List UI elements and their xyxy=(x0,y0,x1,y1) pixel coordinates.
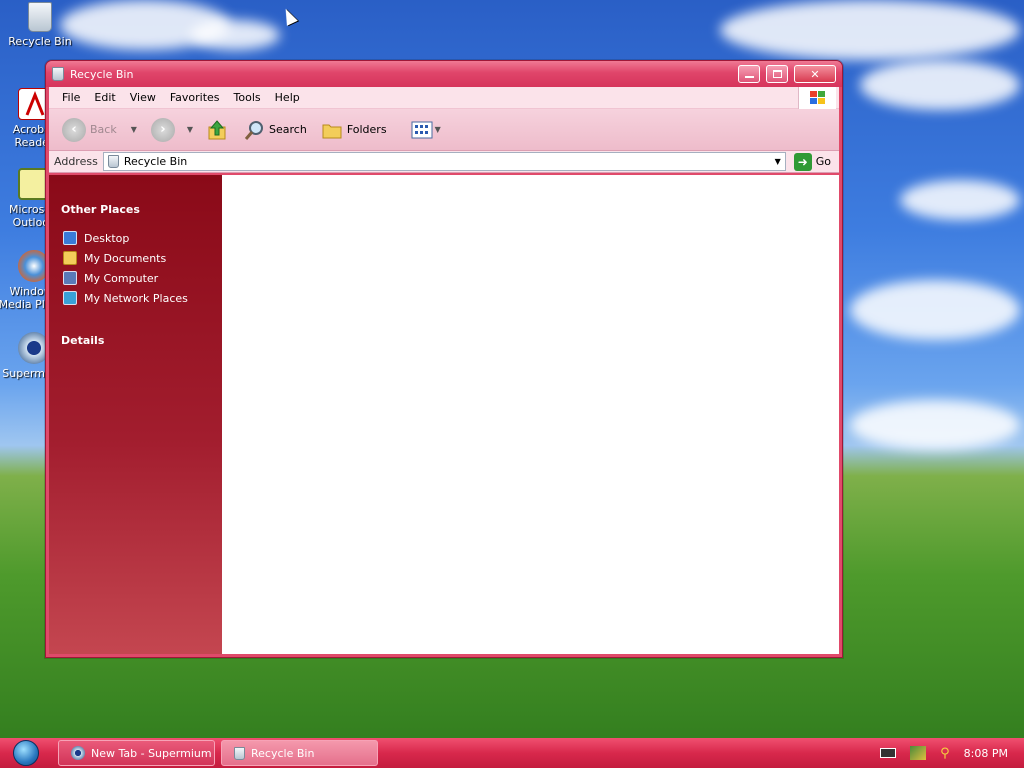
go-arrow-icon: ➜ xyxy=(793,152,812,171)
close-button[interactable]: ✕ xyxy=(794,65,836,83)
sidebar-item-label: My Computer xyxy=(84,271,159,285)
task-pane: Other Places Desktop My Documents My Com… xyxy=(49,175,222,654)
minimize-button[interactable] xyxy=(738,65,760,83)
back-arrow-icon: ‹ xyxy=(62,117,86,142)
window-title: Recycle Bin xyxy=(70,67,134,81)
my-documents-icon xyxy=(63,251,77,265)
menu-help[interactable]: Help xyxy=(268,91,307,104)
folders-icon xyxy=(322,124,342,138)
address-bar: Address Recycle Bin ▼ ➜ Go xyxy=(49,151,839,173)
desktop-icon-label: Recycle Bin xyxy=(8,35,72,48)
folders-button[interactable]: Folders xyxy=(316,117,392,143)
recycle-bin-icon xyxy=(234,746,245,760)
network-places-icon xyxy=(63,291,77,305)
sidebar-item-label: My Documents xyxy=(84,251,167,265)
back-button[interactable]: ‹ Back ▼ xyxy=(57,115,142,145)
task-label: Recycle Bin xyxy=(251,746,315,760)
desktop-icon-recycle-bin[interactable]: Recycle Bin xyxy=(0,2,80,48)
windows-flag-icon xyxy=(798,87,836,109)
keyboard-icon[interactable] xyxy=(880,748,897,758)
sidebar-item-network-places[interactable]: My Network Places xyxy=(61,288,222,308)
chevron-down-icon: ▼ xyxy=(186,125,194,134)
start-orb-icon xyxy=(13,740,39,766)
search-icon[interactable]: ⚲ xyxy=(940,746,950,761)
recycle-bin-icon xyxy=(107,155,119,168)
address-label: Address xyxy=(54,155,98,168)
search-button[interactable]: Search xyxy=(238,116,312,144)
restore-icon xyxy=(772,70,782,78)
mouse-cursor-icon xyxy=(280,6,298,26)
close-icon: ✕ xyxy=(810,67,820,81)
go-button[interactable]: ➜ Go xyxy=(791,152,839,171)
sidebar-item-desktop[interactable]: Desktop xyxy=(61,228,222,248)
supermium-icon xyxy=(71,746,85,760)
details-title[interactable]: Details xyxy=(61,334,222,347)
magnifier-icon xyxy=(244,120,264,140)
menu-view[interactable]: View xyxy=(123,91,163,104)
clock[interactable]: 8:08 PM xyxy=(964,747,1008,760)
minimize-icon xyxy=(744,76,754,78)
my-computer-icon xyxy=(63,271,77,285)
recycle-bin-icon xyxy=(52,67,64,81)
go-label: Go xyxy=(815,155,831,168)
chevron-down-icon: ▼ xyxy=(434,125,441,134)
back-label: Back xyxy=(90,123,117,136)
chevron-down-icon: ▼ xyxy=(130,125,137,134)
recycle-bin-icon xyxy=(28,2,52,32)
toolbar: ‹ Back ▼ › ▼ Search Folders ▼ xyxy=(49,109,839,151)
forward-arrow-icon: › xyxy=(150,117,175,142)
forward-button[interactable]: › ▼ xyxy=(146,115,198,145)
start-button[interactable] xyxy=(0,738,52,768)
network-icon[interactable] xyxy=(910,746,927,760)
desktop-icon xyxy=(63,231,77,245)
menu-edit[interactable]: Edit xyxy=(87,91,122,104)
up-folder-icon xyxy=(208,119,226,139)
menu-tools[interactable]: Tools xyxy=(227,91,268,104)
sidebar-item-my-computer[interactable]: My Computer xyxy=(61,268,222,288)
system-tray: ⚲ 8:08 PM xyxy=(880,746,1024,761)
explorer-window: Recycle Bin ✕ File Edit View Favorites T… xyxy=(45,60,843,658)
chevron-down-icon[interactable]: ▼ xyxy=(771,153,785,170)
taskbar-item-supermium[interactable]: New Tab - Supermium xyxy=(58,740,215,766)
up-button[interactable] xyxy=(202,116,234,144)
search-label: Search xyxy=(269,123,307,136)
task-label: New Tab - Supermium xyxy=(91,746,212,760)
menu-favorites[interactable]: Favorites xyxy=(163,91,227,104)
sidebar-item-my-documents[interactable]: My Documents xyxy=(61,248,222,268)
sidebar-item-label: Desktop xyxy=(84,231,130,245)
window-body: Other Places Desktop My Documents My Com… xyxy=(49,175,839,654)
file-list-area[interactable] xyxy=(222,175,839,654)
taskbar: New Tab - Supermium Recycle Bin ⚲ 8:08 P… xyxy=(0,738,1024,768)
address-field[interactable]: Recycle Bin ▼ xyxy=(102,152,786,171)
address-value: Recycle Bin xyxy=(123,155,188,168)
menu-file[interactable]: File xyxy=(55,91,87,104)
folders-label: Folders xyxy=(346,123,387,136)
menu-bar: File Edit View Favorites Tools Help xyxy=(49,87,839,109)
views-button[interactable]: ▼ xyxy=(406,118,446,142)
views-icon xyxy=(411,121,433,138)
title-bar[interactable]: Recycle Bin ✕ xyxy=(46,61,842,87)
restore-button[interactable] xyxy=(766,65,788,83)
taskbar-item-recycle-bin[interactable]: Recycle Bin xyxy=(221,740,378,766)
other-places-title[interactable]: Other Places xyxy=(61,203,222,216)
sidebar-item-label: My Network Places xyxy=(84,291,188,305)
